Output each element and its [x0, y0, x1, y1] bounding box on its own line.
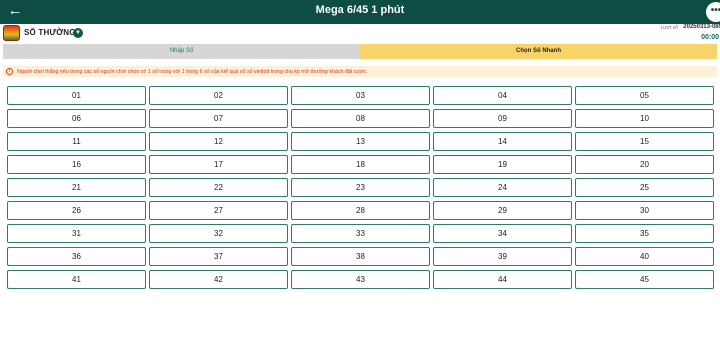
number-button[interactable]: 17	[149, 155, 288, 174]
number-button[interactable]: 18	[291, 155, 430, 174]
number-button[interactable]: 01	[7, 86, 146, 105]
number-button[interactable]: 03	[291, 86, 430, 105]
number-button[interactable]: 28	[291, 201, 430, 220]
tab-quick-pick[interactable]: Chọn Số Nhanh	[360, 44, 717, 59]
number-button[interactable]: 06	[7, 109, 146, 128]
number-button[interactable]: 35	[575, 224, 714, 243]
number-button[interactable]: 12	[149, 132, 288, 151]
number-button[interactable]: 32	[149, 224, 288, 243]
number-button[interactable]: 44	[433, 270, 572, 289]
number-button[interactable]: 39	[433, 247, 572, 266]
number-button[interactable]: 09	[433, 109, 572, 128]
number-button[interactable]: 37	[149, 247, 288, 266]
number-button[interactable]: 26	[7, 201, 146, 220]
number-button[interactable]: 16	[7, 155, 146, 174]
number-button[interactable]: 43	[291, 270, 430, 289]
app-header: ← Mega 6/45 1 phút •••	[0, 0, 720, 24]
number-grid: 01 02 03 04 05 06 07 08 09 10 11 12 13 14 15 16 17 18 19 20…	[7, 86, 714, 289]
number-button[interactable]: 22	[149, 178, 288, 197]
rule-notice: ! Người chơi thắng nếu trong các số ngườ…	[3, 66, 717, 77]
number-button[interactable]: 04	[433, 86, 572, 105]
number-button[interactable]: 34	[433, 224, 572, 243]
number-button[interactable]: 29	[433, 201, 572, 220]
game-info-bar: SỐ THƯỜNG ▼ Lượt xổ 20250313-089 00:00	[0, 24, 720, 44]
game-logo	[3, 25, 20, 41]
number-button[interactable]: 23	[291, 178, 430, 197]
number-button[interactable]: 11	[7, 132, 146, 151]
number-button[interactable]: 33	[291, 224, 430, 243]
number-button[interactable]: 10	[575, 109, 714, 128]
number-button[interactable]: 08	[291, 109, 430, 128]
chevron-down-icon[interactable]: ▼	[73, 28, 83, 38]
number-button[interactable]: 31	[7, 224, 146, 243]
number-button[interactable]: 40	[575, 247, 714, 266]
number-button[interactable]: 21	[7, 178, 146, 197]
number-button[interactable]: 38	[291, 247, 430, 266]
tab-manual-entry[interactable]: Nhập Số	[3, 44, 360, 59]
number-button[interactable]: 13	[291, 132, 430, 151]
number-button[interactable]: 42	[149, 270, 288, 289]
number-button[interactable]: 41	[7, 270, 146, 289]
number-button[interactable]: 20	[575, 155, 714, 174]
number-button[interactable]: 19	[433, 155, 572, 174]
number-button[interactable]: 45	[575, 270, 714, 289]
number-button[interactable]: 27	[149, 201, 288, 220]
number-button[interactable]: 14	[433, 132, 572, 151]
page-title: Mega 6/45 1 phút	[315, 4, 405, 16]
number-button[interactable]: 30	[575, 201, 714, 220]
number-button[interactable]: 02	[149, 86, 288, 105]
number-button[interactable]: 36	[7, 247, 146, 266]
number-button[interactable]: 07	[149, 109, 288, 128]
alert-circle-icon: !	[6, 68, 13, 75]
number-button[interactable]: 24	[433, 178, 572, 197]
round-id: 20250313-089	[683, 24, 720, 30]
input-mode-tabs: Nhập Số Chọn Số Nhanh	[3, 44, 717, 59]
round-label: Lượt xổ	[660, 25, 678, 31]
notice-text: Người chơi thắng nếu trong các số người …	[17, 68, 368, 75]
more-options-button[interactable]: •••	[706, 2, 720, 22]
number-button[interactable]: 15	[575, 132, 714, 151]
number-button[interactable]: 05	[575, 86, 714, 105]
countdown-timer: 00:00	[701, 34, 719, 41]
bet-type-selector[interactable]: SỐ THƯỜNG	[24, 28, 76, 37]
number-button[interactable]: 25	[575, 178, 714, 197]
